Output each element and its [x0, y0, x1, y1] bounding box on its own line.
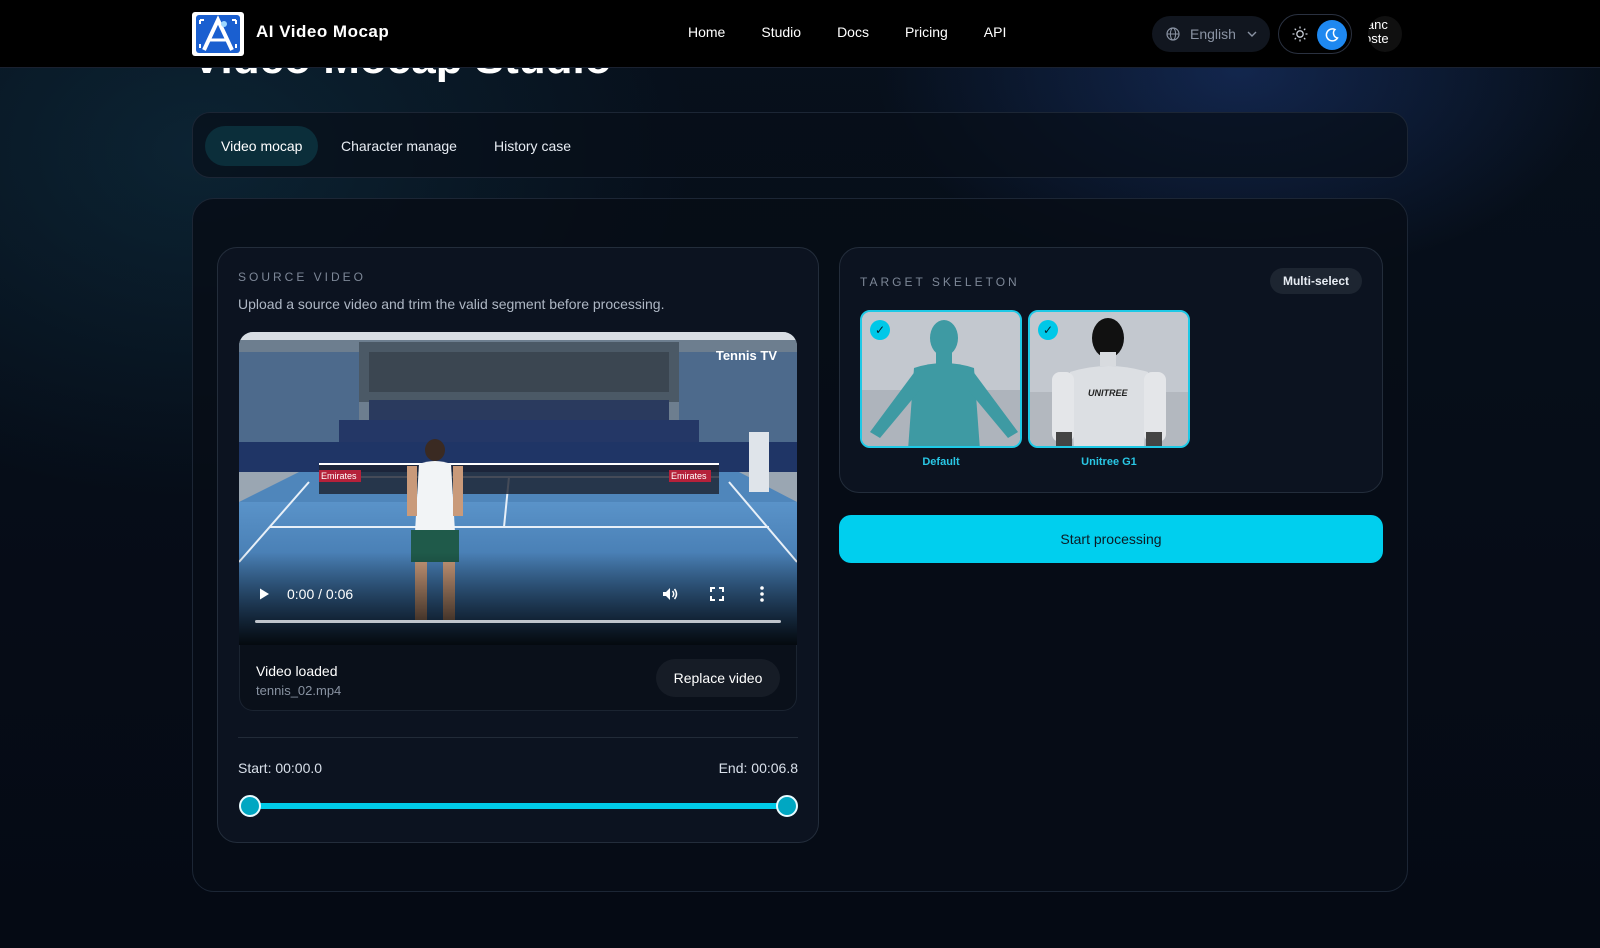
check-icon: ✓ — [1038, 320, 1058, 340]
video-time: 0:00 / 0:06 — [287, 586, 354, 602]
top-navigation-bar: AI Video Mocap Home Studio Docs Pricing … — [0, 0, 1600, 68]
target-skeleton-heading: TARGET SKELETON — [860, 275, 1020, 289]
video-filename: tennis_02.mp4 — [256, 683, 342, 698]
skeleton-unitree-label: Unitree G1 — [1081, 456, 1137, 468]
logo-icon — [196, 15, 240, 53]
more-options-icon[interactable] — [755, 585, 769, 603]
skeleton-unitree-g1[interactable]: UNITREE ✓ — [1028, 310, 1190, 448]
tab-video-mocap[interactable]: Video mocap — [205, 126, 319, 166]
trim-start-label: Start: 00:00.0 — [238, 760, 323, 776]
divider — [238, 737, 798, 738]
fullscreen-icon[interactable] — [709, 586, 725, 602]
language-selector[interactable]: English — [1152, 16, 1270, 52]
sun-icon[interactable] — [1291, 25, 1309, 43]
main-nav: Home Studio Docs Pricing API — [688, 24, 1042, 40]
robot-brand-text: UNITREE — [1088, 388, 1128, 398]
watermark-text: Tennis TV — [715, 348, 777, 363]
studio-tabs: Video mocap Character manage History cas… — [192, 112, 1408, 178]
tab-character-manage[interactable]: Character manage — [325, 126, 473, 166]
banner-left: Emirates — [321, 471, 357, 481]
target-skeleton-card: TARGET SKELETON Multi-select ✓ Default U… — [839, 247, 1383, 493]
nav-home[interactable]: Home — [688, 24, 725, 40]
avatar-line-2: oste — [1368, 31, 1389, 46]
video-info-bar: Video loaded tennis_02.mp4 Replace video — [239, 645, 797, 711]
check-icon: ✓ — [870, 320, 890, 340]
nav-pricing[interactable]: Pricing — [905, 24, 948, 40]
language-label: English — [1190, 26, 1236, 42]
banner-right: Emirates — [671, 471, 707, 481]
trim-range-track[interactable] — [250, 803, 787, 809]
globe-icon — [1166, 27, 1180, 41]
multi-select-badge[interactable]: Multi-select — [1269, 268, 1362, 294]
moon-icon[interactable] — [1317, 20, 1347, 50]
source-video-card: SOURCE VIDEO Upload a source video and t… — [217, 247, 819, 843]
theme-toggle[interactable] — [1278, 14, 1352, 54]
volume-icon[interactable] — [661, 585, 679, 603]
replace-video-button[interactable]: Replace video — [656, 659, 780, 697]
tab-history-case[interactable]: History case — [478, 126, 587, 166]
trim-start-handle[interactable] — [239, 795, 261, 817]
start-processing-button[interactable]: Start processing — [839, 515, 1383, 563]
nav-docs[interactable]: Docs — [837, 24, 869, 40]
skeleton-default-label: Default — [922, 456, 960, 468]
skeleton-default[interactable]: ✓ — [860, 310, 1022, 448]
chevron-down-icon — [1247, 31, 1257, 37]
video-status: Video loaded — [256, 663, 338, 679]
source-video-heading: SOURCE VIDEO — [238, 270, 367, 284]
brand-name[interactable]: AI Video Mocap — [256, 22, 389, 42]
brand-logo[interactable] — [192, 12, 244, 56]
studio-panel: SOURCE VIDEO Upload a source video and t… — [192, 198, 1408, 892]
nav-api[interactable]: API — [984, 24, 1007, 40]
trim-end-label: End: 00:06.8 — [718, 760, 798, 776]
trim-end-handle[interactable] — [776, 795, 798, 817]
play-icon[interactable] — [257, 587, 271, 601]
nav-studio[interactable]: Studio — [761, 24, 801, 40]
user-avatar[interactable]: ianc oste — [1368, 16, 1402, 52]
avatar-line-1: ianc — [1368, 17, 1388, 32]
video-player[interactable]: Tennis TV Emirates Emirates 0:00 / 0:06 — [239, 332, 797, 645]
source-video-description: Upload a source video and trim the valid… — [238, 296, 665, 312]
moon-glyph — [1325, 28, 1339, 42]
